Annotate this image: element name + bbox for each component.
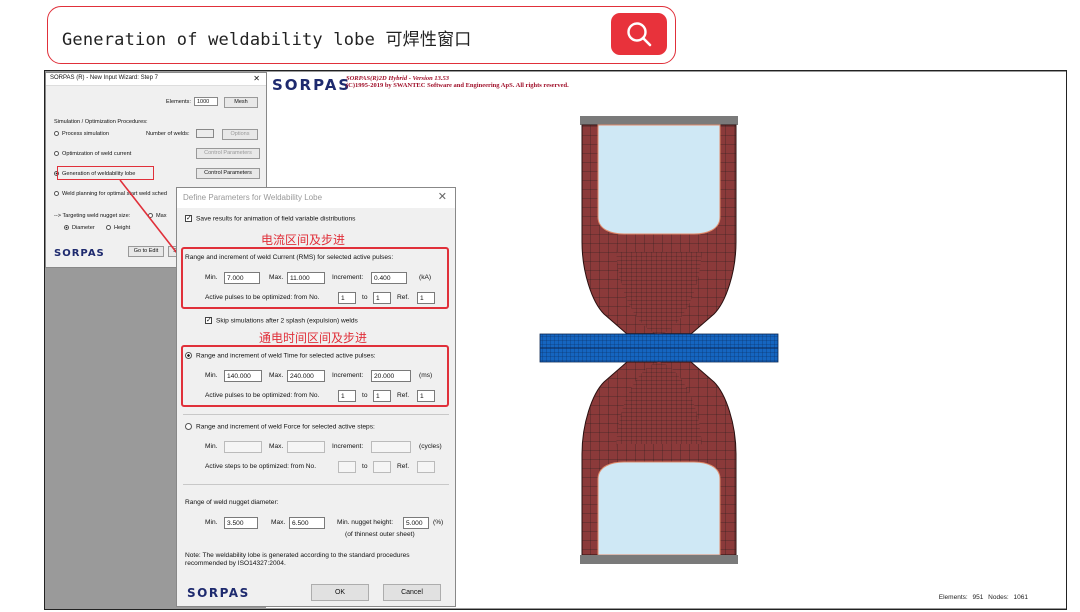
- wizard-logo: SORPAS: [54, 248, 105, 259]
- top-electrode-holder: [580, 116, 738, 125]
- save-results-checkbox[interactable]: ✓ Save results for animation of field var…: [185, 215, 355, 222]
- dialog-titlebar: Define Parameters for Weldability Lobe ✕: [177, 188, 455, 208]
- force-unit: (cycles): [419, 443, 442, 450]
- targeting-label: --> Targeting weld nugget size:: [54, 213, 131, 219]
- cancel-button[interactable]: Cancel: [383, 584, 441, 601]
- highlight-box: [57, 166, 154, 180]
- number-of-welds-input[interactable]: [196, 129, 214, 138]
- force-from-input[interactable]: [338, 461, 356, 473]
- nugget-max-label: Max.: [271, 519, 286, 526]
- bottom-coolant-channel: [597, 461, 721, 556]
- annotation-time: 通电时间区间及步进: [259, 331, 368, 345]
- radio-optimization-current[interactable]: Optimization of weld current: [54, 151, 131, 157]
- separator: [183, 414, 449, 415]
- search-icon: [627, 22, 652, 47]
- time-increment-label: Increment:: [332, 372, 364, 379]
- force-to-input[interactable]: [373, 461, 391, 473]
- control-parameters-button-2[interactable]: Control Parameters: [196, 168, 260, 179]
- nugget-section-label: Range of weld nugget diameter:: [185, 499, 279, 506]
- wizard-title: SORPAS (R) - New Input Wizard: Step 7: [50, 75, 158, 81]
- radio-height[interactable]: Height: [106, 225, 130, 231]
- checkbox-checked-icon: ✓: [205, 317, 212, 324]
- nugget-note: (of thinnest outer sheet): [345, 531, 415, 538]
- current-min-label: Min.: [205, 274, 218, 281]
- go-to-edit-button[interactable]: Go to Edit: [128, 246, 164, 257]
- nugget-min-label: Min.: [205, 519, 218, 526]
- time-from-input[interactable]: 1: [338, 390, 356, 402]
- options-button[interactable]: Options: [222, 129, 258, 140]
- skip-checkbox[interactable]: ✓ Skip simulations after 2 splash (expuls…: [205, 317, 358, 324]
- current-active-pulses-label: Active pulses to be optimized: from No.: [205, 294, 320, 301]
- mesh-stats: Elements: 951 Nodes: 1061: [938, 594, 1028, 601]
- force-active-steps-label: Active steps to be optimized: from No.: [205, 463, 317, 470]
- time-increment-input[interactable]: 20.000: [371, 370, 411, 382]
- current-ref-input[interactable]: 1: [417, 292, 435, 304]
- time-active-pulses-label: Active pulses to be optimized: from No.: [205, 392, 320, 399]
- current-unit: (kA): [419, 274, 432, 281]
- wizard-titlebar: SORPAS (R) - New Input Wizard: Step 7 ✕: [46, 73, 266, 86]
- weldability-lobe-dialog: Define Parameters for Weldability Lobe ✕…: [176, 187, 456, 607]
- current-section-label: Range and increment of weld Current (RMS…: [185, 254, 394, 261]
- checkbox-checked-icon: ✓: [185, 215, 192, 222]
- close-icon[interactable]: ✕: [438, 190, 447, 203]
- current-to-label: to: [362, 294, 368, 301]
- number-of-welds-label: Number of welds:: [146, 131, 190, 137]
- force-increment-label: Increment:: [332, 443, 364, 450]
- current-max-input[interactable]: 11.000: [287, 272, 325, 284]
- radio-max[interactable]: Max: [148, 213, 167, 219]
- current-increment-label: Increment:: [332, 274, 364, 281]
- current-increment-input[interactable]: 0.400: [371, 272, 407, 284]
- control-parameters-button-1[interactable]: Control Parameters: [196, 148, 260, 159]
- dialog-logo: SORPAS: [187, 586, 250, 600]
- elements-input[interactable]: 1000: [194, 97, 218, 106]
- current-min-input[interactable]: 7.000: [224, 272, 260, 284]
- bottom-electrode-holder: [580, 555, 738, 564]
- nugget-height-input[interactable]: 5.000: [403, 517, 429, 529]
- current-max-label: Max.: [269, 274, 284, 281]
- force-ref-label: Ref.: [397, 463, 410, 470]
- time-section-radio[interactable]: Range and increment of weld Time for sel…: [185, 352, 376, 359]
- current-from-input[interactable]: 1: [338, 292, 356, 304]
- section-label: Simulation / Optimization Procedures:: [54, 119, 148, 125]
- title-bar: Generation of weldability lobe 可焊性窗口: [47, 6, 676, 64]
- time-ref-label: Ref.: [397, 392, 410, 399]
- mesh-button[interactable]: Mesh: [224, 97, 258, 108]
- time-to-label: to: [362, 392, 368, 399]
- top-coolant-channel: [597, 124, 721, 235]
- force-ref-input[interactable]: [417, 461, 435, 473]
- nugget-unit: (%): [433, 519, 444, 526]
- close-icon[interactable]: ✕: [253, 74, 260, 83]
- nugget-min-input[interactable]: 3.500: [224, 517, 258, 529]
- radio-process-simulation[interactable]: Process simulation: [54, 131, 109, 137]
- radio-diameter[interactable]: Diameter: [64, 225, 95, 231]
- force-min-input[interactable]: [224, 441, 262, 453]
- page-title: Generation of weldability lobe 可焊性窗口: [62, 30, 472, 50]
- ok-button[interactable]: OK: [311, 584, 369, 601]
- time-max-input[interactable]: 240.000: [287, 370, 325, 382]
- separator: [183, 484, 449, 485]
- force-max-input[interactable]: [287, 441, 325, 453]
- time-ref-input[interactable]: 1: [417, 390, 435, 402]
- force-to-label: to: [362, 463, 368, 470]
- radio-weld-planning[interactable]: Weld planning for optimal start weld sch…: [54, 191, 167, 197]
- nugget-height-label: Min. nugget height:: [337, 519, 394, 526]
- search-button[interactable]: [611, 13, 667, 55]
- force-section-radio[interactable]: Range and increment of weld Force for se…: [185, 423, 375, 430]
- time-min-label: Min.: [205, 372, 218, 379]
- iso-note: Note: The weldability lobe is generated …: [185, 552, 410, 567]
- annotation-current: 电流区间及步进: [261, 233, 346, 247]
- force-min-label: Min.: [205, 443, 218, 450]
- force-max-label: Max.: [269, 443, 284, 450]
- time-unit: (ms): [419, 372, 433, 379]
- time-to-input[interactable]: 1: [373, 390, 391, 402]
- time-min-input[interactable]: 140.000: [224, 370, 262, 382]
- time-max-label: Max.: [269, 372, 284, 379]
- elements-label: Elements:: [166, 99, 191, 105]
- dialog-title: Define Parameters for Weldability Lobe: [183, 193, 323, 202]
- force-increment-input[interactable]: [371, 441, 411, 453]
- nugget-max-input[interactable]: 6.500: [289, 517, 325, 529]
- current-to-input[interactable]: 1: [373, 292, 391, 304]
- current-ref-label: Ref.: [397, 294, 410, 301]
